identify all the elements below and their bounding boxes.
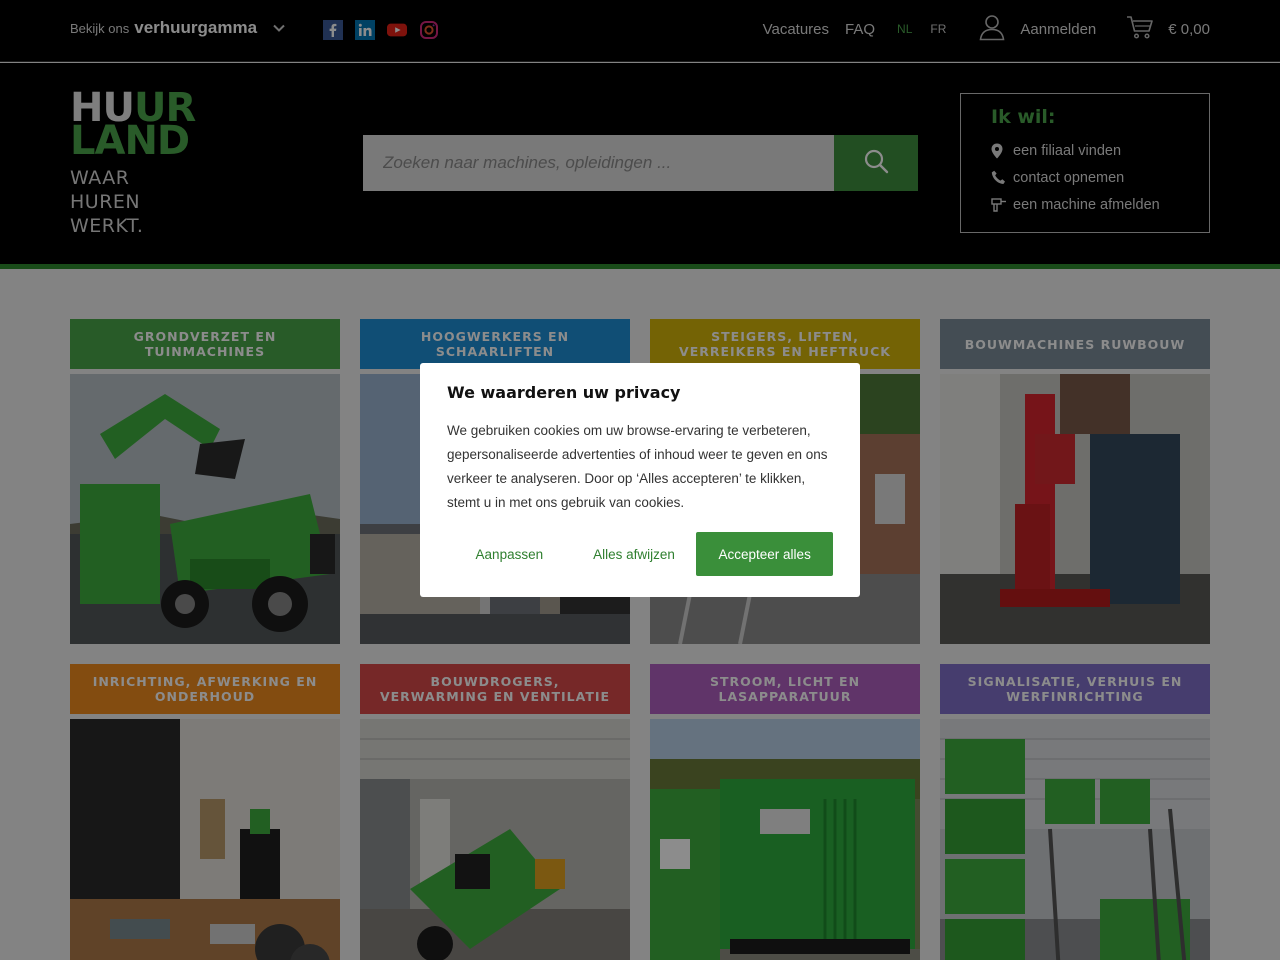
cookie-title: We waarderen uw privacy: [447, 383, 681, 402]
cookie-accept-button[interactable]: Accepteer alles: [696, 532, 833, 576]
cookie-actions: Aanpassen Alles afwijzen Accepteer alles: [447, 532, 833, 576]
cookie-reject-button[interactable]: Alles afwijzen: [572, 532, 697, 576]
cookie-consent-dialog: We waarderen uw privacy We gebruiken coo…: [420, 363, 860, 597]
cookie-body: We gebruiken cookies om uw browse-ervari…: [447, 423, 828, 510]
cookie-customize-button[interactable]: Aanpassen: [447, 532, 572, 576]
